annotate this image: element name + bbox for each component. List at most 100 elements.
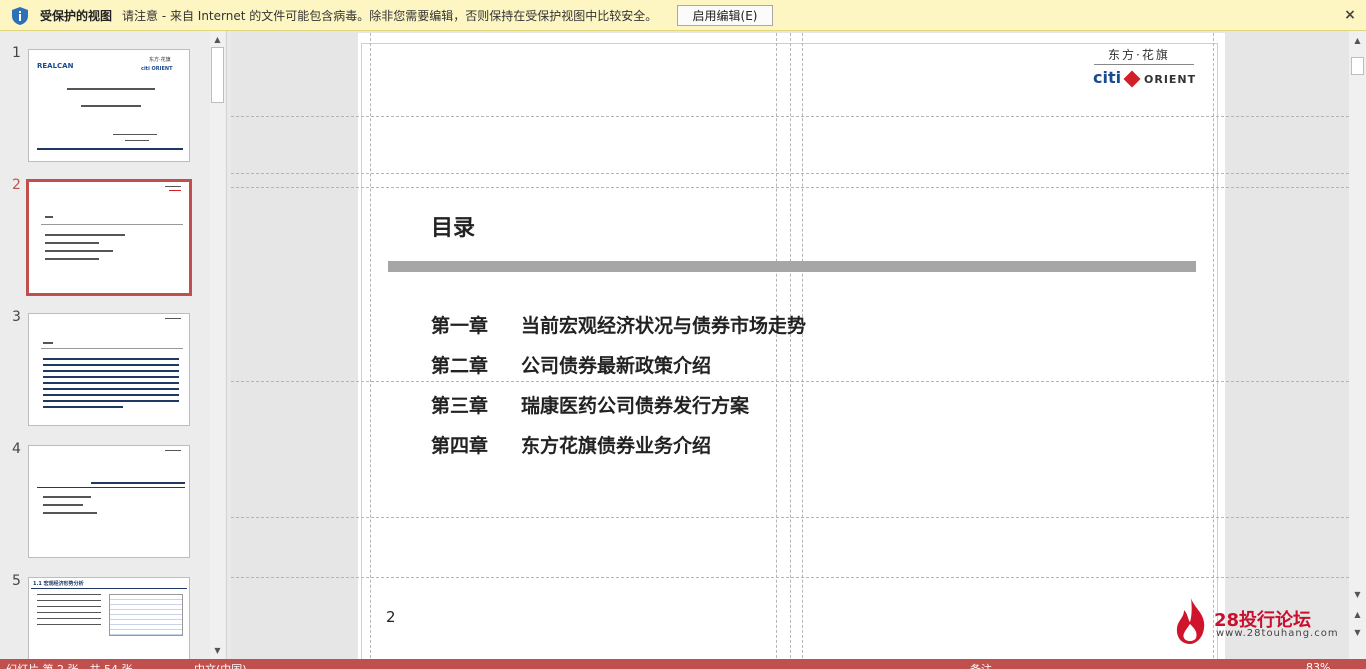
toc-chapter: 第一章 xyxy=(431,315,489,337)
thumbnail-text-line xyxy=(37,624,101,625)
next-slide-icon[interactable]: ▼ xyxy=(1352,627,1363,638)
scrollbar-thumb[interactable] xyxy=(1351,57,1364,75)
close-icon[interactable]: × xyxy=(1340,5,1360,25)
thumbnail-text-line xyxy=(37,600,101,601)
thumbnail-text-line xyxy=(43,400,179,402)
thumbnail-number: 1 xyxy=(12,45,21,61)
thumbnail-text-line xyxy=(91,482,185,484)
guide-line xyxy=(802,33,803,659)
thumbnail-title: 1.1 宏观经济形势分析 xyxy=(33,581,84,587)
toc-item: 第三章 瑞康医药公司债券发行方案 xyxy=(431,391,749,418)
thumbnail-text-line xyxy=(113,134,157,135)
thumbnail-text-line xyxy=(165,318,181,319)
protected-view-message: 请注意 - 来自 Internet 的文件可能包含病毒。除非您需要编辑，否则保持… xyxy=(122,9,658,23)
flame-icon xyxy=(1176,598,1205,644)
thumbnail-text-line xyxy=(37,618,101,619)
guide-line xyxy=(231,173,1349,174)
thumbnail-logo-text: citi ORIENT xyxy=(141,66,173,72)
protected-view-bar: 受保护的视图 请注意 - 来自 Internet 的文件可能包含病毒。除非您需要… xyxy=(0,0,1366,31)
slide-page-number: 2 xyxy=(386,608,396,626)
guide-line xyxy=(231,577,1349,578)
thumbnail-chart xyxy=(109,594,183,636)
thumbnail-text-line xyxy=(125,140,149,141)
thumbnail-text-line xyxy=(45,258,99,260)
slide-canvas[interactable]: 东方·花旗 citi ORIENT 目录 第一章 当前宏观经济状况与债券市场走势 … xyxy=(231,33,1349,659)
thumbnail-text-line xyxy=(43,342,53,344)
toc-text: 瑞康医药公司债券发行方案 xyxy=(521,395,750,417)
thumbnail-text-line xyxy=(43,394,179,396)
thumbnail-logo-text: 东方·花旗 xyxy=(149,57,171,63)
thumbnail-text-line xyxy=(37,606,101,607)
slide-thumbnail-3[interactable] xyxy=(28,313,190,426)
thumbnail-rule xyxy=(41,224,183,225)
scroll-down-icon[interactable]: ▼ xyxy=(212,645,223,656)
thumbnail-number: 4 xyxy=(12,441,21,457)
thumbnail-rule xyxy=(31,588,187,589)
toc-item: 第四章 东方花旗债券业务介绍 xyxy=(431,431,711,458)
guide-line xyxy=(231,116,1349,117)
thumbnail-text-line xyxy=(37,594,101,595)
title-underline-bar xyxy=(388,261,1196,272)
thumbnail-text-line xyxy=(45,250,113,252)
company-logo-text: 东方·花旗 xyxy=(1108,48,1170,62)
thumbnail-text-line xyxy=(45,234,125,236)
logo-divider xyxy=(1094,64,1194,65)
toc-item: 第一章 当前宏观经济状况与债券市场走势 xyxy=(431,311,806,338)
thumbnail-text-line xyxy=(43,382,179,384)
guide-line xyxy=(790,33,791,659)
slide-thumbnail-4[interactable] xyxy=(28,445,190,558)
thumbnail-text-line xyxy=(43,388,179,390)
thumbnail-text-line xyxy=(43,496,91,498)
thumbnail-text-line xyxy=(43,512,97,514)
slide-thumbnail-pane: 1 REALCAN 东方·花旗 citi ORIENT 2 3 4 5 1.1 … xyxy=(0,31,227,659)
guide-line xyxy=(231,517,1349,518)
thumbnail-number: 5 xyxy=(12,573,21,589)
guide-line xyxy=(231,187,1349,188)
thumbnail-number: 3 xyxy=(12,309,21,325)
orient-logo-text: ORIENT xyxy=(1144,73,1197,86)
slide-thumbnail-5[interactable]: 1.1 宏观经济形势分析 xyxy=(28,577,190,659)
thumbnail-text-line xyxy=(45,216,53,218)
toc-chapter: 第三章 xyxy=(431,395,489,417)
thumbnail-text-line xyxy=(81,105,141,107)
thumbnail-text-line xyxy=(165,450,181,451)
scroll-up-icon[interactable]: ▲ xyxy=(1352,35,1363,46)
notes-button[interactable]: 备注 xyxy=(970,661,992,669)
thumbnail-text-line xyxy=(169,190,181,191)
slide-thumbnail-2[interactable] xyxy=(26,179,192,296)
status-bar: 幻灯片 第 2 张，共 54 张 中文(中国) 备注 83% xyxy=(0,659,1366,669)
slide-title: 目录 xyxy=(431,215,476,241)
thumbnail-logo-text: REALCAN xyxy=(37,62,74,70)
slide-editing-area: 东方·花旗 citi ORIENT 目录 第一章 当前宏观经济状况与债券市场走势 … xyxy=(231,31,1349,659)
scroll-up-icon[interactable]: ▲ xyxy=(212,34,223,45)
toc-text: 当前宏观经济状况与债券市场走势 xyxy=(521,315,807,337)
thumbnail-text-line xyxy=(43,364,179,366)
toc-item: 第二章 公司债券最新政策介绍 xyxy=(431,351,711,378)
language-status[interactable]: 中文(中国) xyxy=(194,661,247,669)
thumbnail-scrollbar[interactable]: ▲ ▼ xyxy=(210,31,225,659)
previous-slide-icon[interactable]: ▲ xyxy=(1352,609,1363,620)
toc-chapter: 第二章 xyxy=(431,355,489,377)
citi-logo: citi xyxy=(1093,68,1122,87)
scrollbar-thumb[interactable] xyxy=(211,47,224,103)
shield-icon xyxy=(12,7,28,25)
thumbnail-text-line xyxy=(43,376,179,378)
thumbnail-text-line xyxy=(43,358,179,360)
thumbnail-text-line xyxy=(43,504,83,506)
thumbnail-rule xyxy=(37,148,183,150)
enable-editing-button[interactable]: 启用编辑(E) xyxy=(677,5,773,26)
slide-scrollbar[interactable]: ▲ ▼ ▲ ▼ xyxy=(1349,31,1366,659)
thumbnail-text-line xyxy=(43,406,123,408)
slide-count-status[interactable]: 幻灯片 第 2 张，共 54 张 xyxy=(6,661,132,669)
scroll-down-icon[interactable]: ▼ xyxy=(1352,589,1363,600)
slide-thumbnail-1[interactable]: REALCAN 东方·花旗 citi ORIENT xyxy=(28,49,190,162)
forum-watermark: 28投行论坛 www.28touhang.com xyxy=(1172,596,1352,646)
thumbnail-rule xyxy=(41,348,183,349)
thumbnail-text-line xyxy=(67,88,155,90)
guide-line xyxy=(776,33,777,659)
guide-line xyxy=(1213,33,1214,659)
zoom-level[interactable]: 83% xyxy=(1306,661,1330,669)
thumbnail-text-line xyxy=(37,612,101,613)
thumbnail-text-line xyxy=(45,242,99,244)
toc-text: 东方花旗债券业务介绍 xyxy=(521,435,712,457)
